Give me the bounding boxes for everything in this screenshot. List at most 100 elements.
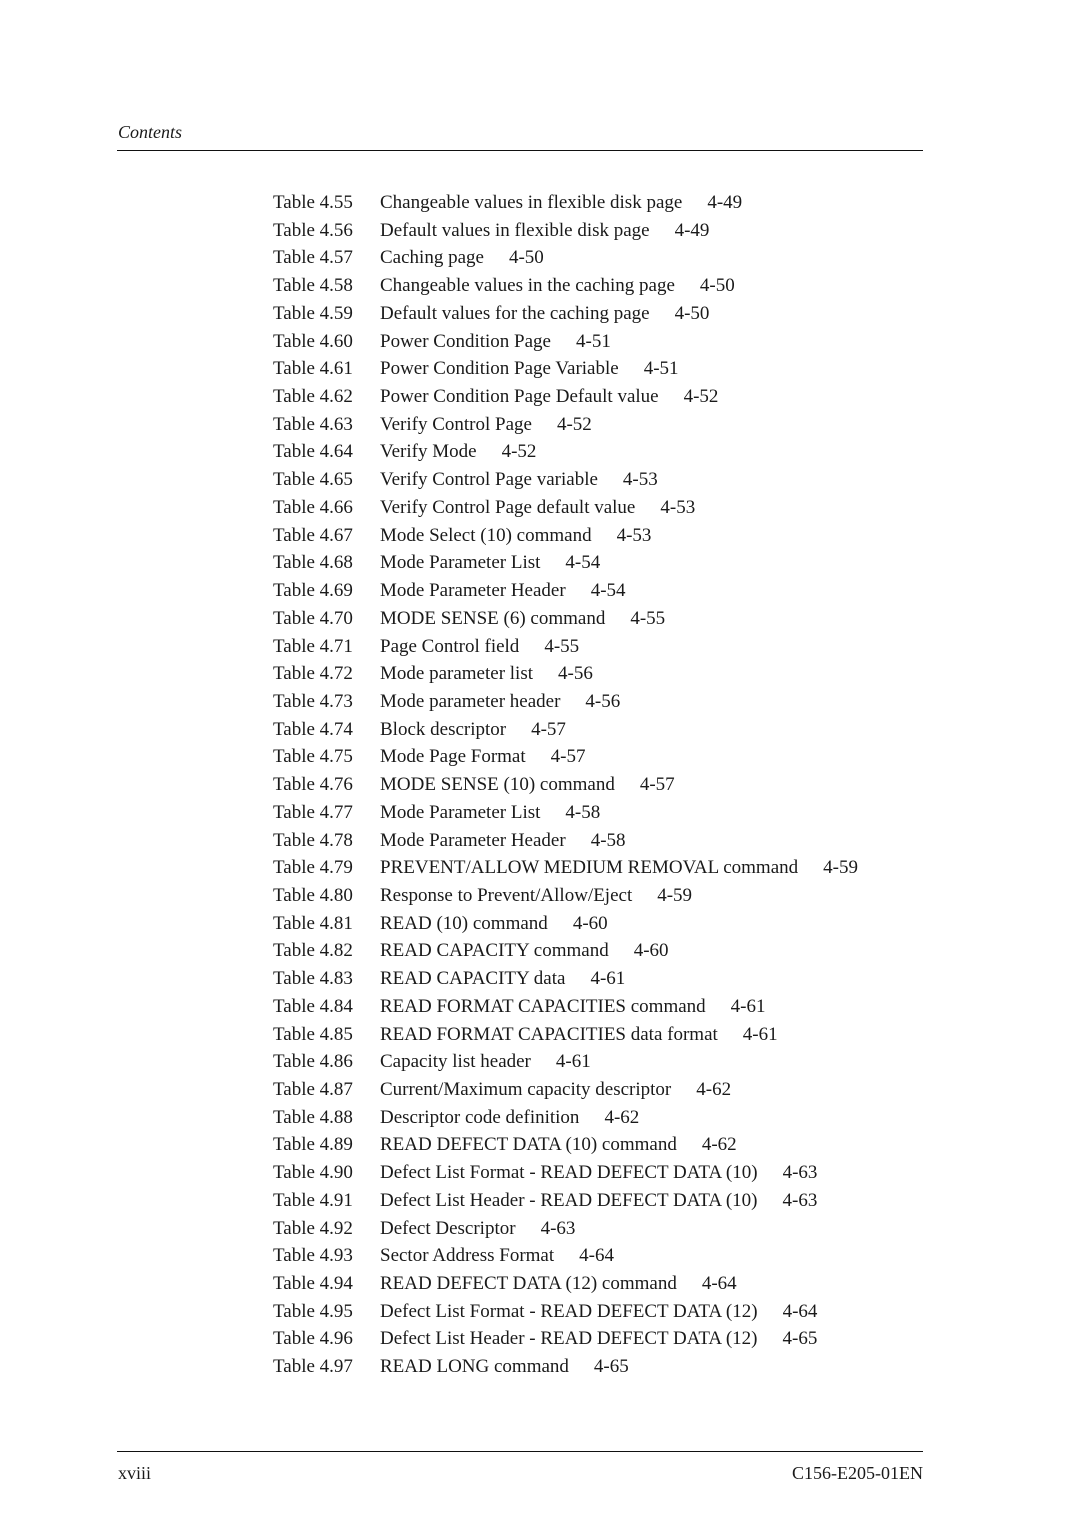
toc-entry-page: 4-60	[572, 912, 608, 934]
toc-entry[interactable]: Table 4.82 READ CAPACITY command 4-60	[273, 937, 858, 965]
toc-entry-title: READ FORMAT CAPACITIES data format	[380, 1023, 718, 1045]
toc-entry-label: Table 4.72	[273, 663, 353, 685]
toc-entry-page: 4-61	[590, 968, 626, 990]
toc-entry-page: 4-63	[782, 1189, 818, 1211]
toc-entry-title: Defect Descriptor	[380, 1217, 516, 1239]
toc-entry[interactable]: Table 4.77 Mode Parameter List 4-58	[273, 799, 858, 827]
toc-entry[interactable]: Table 4.87 Current/Maximum capacity descr…	[273, 1076, 858, 1104]
toc-entry-page: 4-58	[590, 829, 626, 851]
toc-entry[interactable]: Table 4.64 Verify Mode 4-52	[273, 438, 858, 466]
toc-entry[interactable]: Table 4.97 READ LONG command 4-65	[273, 1353, 858, 1381]
toc-entry-page: 4-52	[556, 413, 592, 435]
toc-entry-label: Table 4.55	[273, 192, 353, 213]
toc-entry[interactable]: Table 4.56 Default values in flexible dis…	[273, 217, 858, 245]
toc-entry[interactable]: Table 4.89 READ DEFECT DATA (10) command 4…	[273, 1131, 858, 1159]
toc-entry[interactable]: Table 4.72 Mode parameter list 4-56	[273, 660, 858, 688]
toc-entry[interactable]: Table 4.75 Mode Page Format 4-57	[273, 743, 858, 771]
toc-entry[interactable]: Table 4.63 Verify Control Page 4-52	[273, 411, 858, 439]
toc-entry-title: READ CAPACITY command	[380, 940, 609, 962]
toc-entry-label: Table 4.84	[273, 995, 353, 1017]
toc-entry[interactable]: Table 4.69 Mode Parameter Header 4-54	[273, 577, 858, 605]
toc-entry-title: Defect List Format - READ DEFECT DATA (1…	[380, 1162, 758, 1184]
toc-entry[interactable]: Table 4.86 Capacity list header 4-61	[273, 1048, 858, 1076]
toc-entry[interactable]: Table 4.66 Verify Control Page default va…	[273, 494, 858, 522]
toc-entry-page: 4-59	[823, 857, 858, 879]
toc-entry-title: MODE SENSE (6) command	[380, 607, 606, 629]
toc-entry-title: Power Condition Page	[380, 330, 551, 352]
toc-entry-label: Table 4.91	[273, 1189, 353, 1211]
toc-entry[interactable]: Table 4.61 Power Condition Page Variable 4…	[273, 355, 858, 383]
toc-entry-page: 4-53	[660, 496, 696, 518]
toc-entry[interactable]: Table 4.71 Page Control field 4-55	[273, 633, 858, 661]
toc-entry-title: Power Condition Page Variable	[380, 358, 619, 380]
toc-entry[interactable]: Table 4.79 PREVENT/ALLOW MEDIUM REMOVAL c…	[273, 854, 858, 882]
toc-entry[interactable]: Table 4.59 Default values for the caching…	[273, 300, 858, 328]
toc-entry[interactable]: Table 4.85 READ FORMAT CAPACITIES data fo…	[273, 1021, 858, 1049]
toc-entry-page: 4-55	[544, 635, 580, 657]
toc-entry[interactable]: Table 4.80 Response to Prevent/Allow/Ejec…	[273, 882, 858, 910]
toc-entry[interactable]: Table 4.57 Caching page 4-50	[273, 244, 858, 272]
toc-entry-title: Mode Parameter List	[380, 552, 541, 574]
toc-entry-page: 4-65	[782, 1328, 818, 1350]
toc-entry[interactable]: Table 4.96 Defect List Header - READ DEFE…	[273, 1325, 858, 1353]
toc-entry-label: Table 4.62	[273, 386, 353, 408]
toc-entry-page: 4-56	[558, 663, 593, 685]
toc-entry-label: Table 4.74	[273, 718, 353, 740]
toc-entry-label: Table 4.56	[273, 219, 353, 241]
toc-entry[interactable]: Table 4.68 Mode Parameter List 4-54	[273, 549, 858, 577]
toc-entry-title: Defect List Format - READ DEFECT DATA (1…	[380, 1300, 758, 1322]
table-of-contents-list: Table 4.55 Changeable values in flexible …	[273, 189, 858, 1381]
toc-entry[interactable]: Table 4.90 Defect List Format - READ DEFE…	[273, 1159, 858, 1187]
toc-entry-page: 4-64	[701, 1273, 737, 1295]
toc-entry[interactable]: Table 4.81 READ (10) command 4-60	[273, 910, 858, 938]
toc-entry[interactable]: Table 4.73 Mode parameter header 4-56	[273, 688, 858, 716]
toc-entry-label: Table 4.92	[273, 1217, 353, 1239]
toc-entry[interactable]: Table 4.70 MODE SENSE (6) command 4-55	[273, 605, 858, 633]
toc-entry-title: Verify Mode	[380, 441, 477, 463]
toc-entry-title: Mode Parameter Header	[380, 580, 566, 602]
toc-entry-page: 4-59	[657, 884, 693, 906]
toc-entry-page: 4-55	[630, 607, 666, 629]
toc-entry-title: Verify Control Page variable	[380, 469, 598, 491]
toc-entry-title: READ DEFECT DATA (10) command	[380, 1134, 677, 1156]
toc-entry[interactable]: Table 4.55 Changeable values in flexible …	[273, 189, 858, 217]
toc-entry[interactable]: Table 4.78 Mode Parameter Header 4-58	[273, 827, 858, 855]
toc-entry-title: Verify Control Page	[380, 413, 532, 435]
toc-entry-label: Table 4.86	[273, 1051, 353, 1073]
toc-entry-page: 4-62	[696, 1079, 732, 1100]
toc-entry[interactable]: Table 4.94 READ DEFECT DATA (12) command 4…	[273, 1270, 858, 1298]
toc-entry-title: READ FORMAT CAPACITIES command	[380, 995, 706, 1017]
toc-entry[interactable]: Table 4.62 Power Condition Page Default v…	[273, 383, 858, 411]
toc-entry-label: Table 4.81	[273, 912, 353, 934]
toc-entry[interactable]: Table 4.95 Defect List Format - READ DEFE…	[273, 1298, 858, 1326]
toc-entry-label: Table 4.60	[273, 330, 353, 352]
toc-entry[interactable]: Table 4.92 Defect Descriptor 4-63	[273, 1215, 858, 1243]
toc-entry-label: Table 4.63	[273, 413, 353, 435]
toc-entry-page: 4-50	[674, 302, 710, 324]
toc-entry[interactable]: Table 4.91 Defect List Header - READ DEFE…	[273, 1187, 858, 1215]
toc-entry-title: Mode parameter header	[380, 690, 561, 712]
toc-entry-label: Table 4.97	[273, 1356, 353, 1378]
toc-entry-label: Table 4.61	[273, 358, 353, 380]
footer-rule	[117, 1451, 923, 1452]
toc-entry-label: Table 4.77	[273, 801, 353, 823]
toc-entry[interactable]: Table 4.65 Verify Control Page variable 4-…	[273, 466, 858, 494]
toc-entry[interactable]: Table 4.84 READ FORMAT CAPACITIES command…	[273, 993, 858, 1021]
toc-entry[interactable]: Table 4.76 MODE SENSE (10) command 4-57	[273, 771, 858, 799]
toc-entry-title: Mode Select (10) command	[380, 524, 592, 546]
toc-entry-label: Table 4.96	[273, 1328, 353, 1350]
toc-entry-title: Mode parameter list	[380, 663, 534, 685]
toc-entry[interactable]: Table 4.74 Block descriptor 4-57	[273, 716, 858, 744]
toc-entry[interactable]: Table 4.58 Changeable values in the cachi…	[273, 272, 858, 300]
toc-entry-page: 4-52	[501, 441, 537, 463]
toc-entry-label: Table 4.83	[273, 968, 353, 990]
toc-entry[interactable]: Table 4.88 Descriptor code definition 4-62	[273, 1104, 858, 1132]
toc-entry[interactable]: Table 4.60 Power Condition Page 4-51	[273, 328, 858, 356]
toc-entry[interactable]: Table 4.93 Sector Address Format 4-64	[273, 1242, 858, 1270]
toc-entry[interactable]: Table 4.67 Mode Select (10) command 4-53	[273, 522, 858, 550]
toc-entry-label: Table 4.75	[273, 746, 353, 768]
toc-entry-page: 4-50	[699, 275, 735, 297]
toc-entry[interactable]: Table 4.83 READ CAPACITY data 4-61	[273, 965, 858, 993]
toc-entry-title: Sector Address Format	[380, 1245, 555, 1267]
header-rule	[117, 150, 923, 151]
